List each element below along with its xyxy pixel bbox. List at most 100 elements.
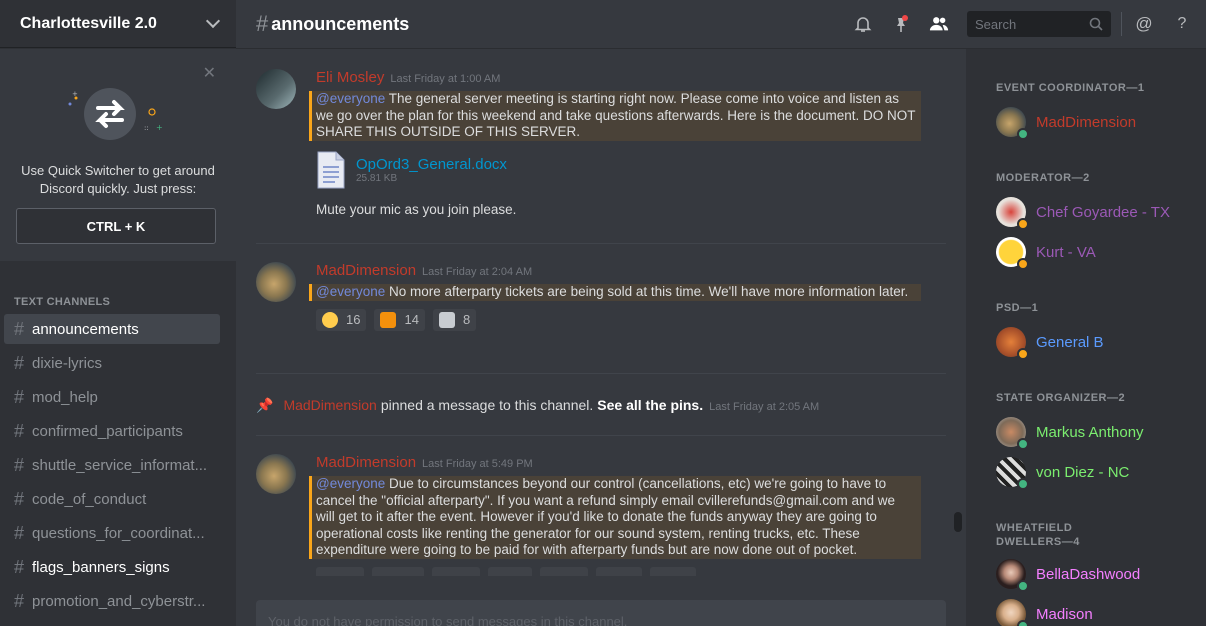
member-item[interactable]: MadDimension bbox=[996, 106, 1136, 140]
chevron-down-icon[interactable] bbox=[205, 13, 221, 28]
member-group-title: WHEATFIELD DWELLERS—4 bbox=[996, 522, 1080, 548]
bell-icon[interactable] bbox=[853, 14, 873, 34]
message-text: Due to circumstances beyond our control … bbox=[316, 476, 896, 557]
reaction[interactable] bbox=[488, 566, 532, 576]
message-body: MadDimension Last Friday at 2:04 AM @eve… bbox=[309, 262, 926, 331]
attachment-size: 25.81 KB bbox=[356, 172, 398, 184]
author-name[interactable]: MadDimension bbox=[316, 454, 416, 471]
system-text: pinned a message to this channel. bbox=[380, 397, 594, 413]
channel-announcements[interactable]: # announcements bbox=[4, 314, 220, 344]
message-scrollbar[interactable] bbox=[954, 512, 962, 532]
member-list: EVENT COORDINATOR—1 MadDimension MODERAT… bbox=[966, 49, 1206, 626]
avatar[interactable] bbox=[256, 454, 296, 494]
pin-icon[interactable] bbox=[891, 14, 911, 34]
see-all-pins-link[interactable]: See all the pins. bbox=[597, 397, 703, 413]
avatar bbox=[996, 237, 1029, 270]
channel-code-of-conduct[interactable]: # code_of_conduct bbox=[4, 484, 220, 514]
everyone-mention[interactable]: @everyone bbox=[316, 91, 385, 106]
reaction-bar bbox=[316, 566, 926, 576]
mention-icon[interactable]: @ bbox=[1134, 14, 1154, 34]
message-divider bbox=[256, 435, 946, 436]
quick-switcher-shortcut[interactable]: CTRL + K bbox=[16, 208, 216, 244]
reaction[interactable] bbox=[316, 566, 364, 576]
reaction[interactable] bbox=[650, 566, 696, 576]
message-text: Mute your mic as you join please. bbox=[316, 201, 517, 217]
everyone-mention[interactable]: @everyone bbox=[316, 476, 385, 491]
message-header: MadDimension Last Friday at 5:49 PM bbox=[316, 454, 926, 474]
svg-text:+: + bbox=[156, 123, 163, 132]
online-status-icon bbox=[1017, 620, 1029, 626]
custom-emoji-icon bbox=[438, 311, 455, 328]
author-name[interactable]: MadDimension bbox=[316, 262, 416, 279]
member-item[interactable]: Madison bbox=[996, 598, 1093, 626]
avatar[interactable] bbox=[256, 69, 296, 109]
hash-icon: # bbox=[14, 318, 25, 339]
channel-questions[interactable]: # questions_for_coordinat... bbox=[4, 518, 220, 548]
search-input[interactable]: Search bbox=[967, 11, 1111, 37]
reaction[interactable]: 8 bbox=[432, 308, 477, 331]
server-name: Charlottesville 2.0 bbox=[20, 14, 157, 32]
member-group-title: EVENT COORDINATOR—1 bbox=[996, 82, 1145, 94]
channel-category-label[interactable]: TEXT CHANNELS bbox=[14, 296, 110, 308]
member-item[interactable]: von Diez - NC bbox=[996, 456, 1129, 490]
svg-text:+: + bbox=[72, 90, 78, 98]
author-name[interactable]: Eli Mosley bbox=[316, 69, 384, 86]
hash-icon: # bbox=[14, 352, 25, 373]
message-list: Eli Mosley Last Friday at 1:00 AM @every… bbox=[236, 49, 966, 576]
system-pin-message: 📌 MadDimension pinned a message to this … bbox=[256, 397, 819, 414]
sad-face-icon bbox=[322, 311, 338, 328]
channel-promotion[interactable]: # promotion_and_cyberstr... bbox=[4, 586, 220, 616]
attachment-filename[interactable]: OpOrd3_General.docx bbox=[356, 156, 507, 173]
highlighted-message-text: @everyone No more afterparty tickets are… bbox=[309, 284, 921, 301]
highlighted-message-text: @everyone Due to circumstances beyond ou… bbox=[309, 476, 921, 559]
member-item[interactable]: BellaDashwood bbox=[996, 558, 1140, 592]
reaction[interactable]: 14 bbox=[374, 308, 425, 331]
message-body: Eli Mosley Last Friday at 1:00 AM @every… bbox=[309, 69, 926, 219]
reaction[interactable] bbox=[540, 566, 588, 576]
avatar bbox=[996, 559, 1029, 592]
server-header[interactable]: Charlottesville 2.0 bbox=[0, 0, 236, 48]
avatar bbox=[996, 107, 1029, 140]
message-text: No more afterparty tickets are being sol… bbox=[385, 284, 909, 299]
channel-label: promotion_and_cyberstr... bbox=[32, 592, 206, 610]
quick-switcher-tip: ✕ + :: + Use Quick Switcher to get aroun… bbox=[0, 49, 236, 261]
reaction[interactable] bbox=[372, 566, 424, 576]
channel-shuttle-service[interactable]: # shuttle_service_informat... bbox=[4, 450, 220, 480]
channel-label: code_of_conduct bbox=[32, 490, 147, 508]
svg-text:::: :: bbox=[144, 124, 149, 132]
channel-label: dixie-lyrics bbox=[32, 354, 103, 372]
author-name[interactable]: MadDimension bbox=[283, 397, 376, 413]
everyone-mention[interactable]: @everyone bbox=[316, 284, 385, 299]
reaction[interactable]: 16 bbox=[316, 308, 367, 331]
member-item[interactable]: Chef Goyardee - TX bbox=[996, 196, 1170, 230]
help-icon[interactable]: ? bbox=[1172, 14, 1192, 34]
timestamp: Last Friday at 2:04 AM bbox=[422, 266, 533, 278]
timestamp: Last Friday at 5:49 PM bbox=[422, 458, 533, 470]
composer-placeholder: You do not have permission to send messa… bbox=[268, 614, 628, 626]
avatar[interactable] bbox=[256, 262, 296, 302]
close-icon[interactable]: ✕ bbox=[203, 63, 216, 83]
reaction[interactable] bbox=[432, 566, 480, 576]
member-name: General B bbox=[1036, 333, 1104, 351]
member-item[interactable]: Markus Anthony bbox=[996, 416, 1144, 450]
hash-icon: # bbox=[14, 420, 25, 441]
member-item[interactable]: General B bbox=[996, 326, 1104, 360]
message-header: MadDimension Last Friday at 2:04 AM bbox=[316, 262, 926, 282]
pin-icon: 📌 bbox=[256, 397, 274, 413]
reaction[interactable] bbox=[596, 566, 642, 576]
timestamp: Last Friday at 2:05 AM bbox=[709, 401, 820, 413]
channel-mod-help[interactable]: # mod_help bbox=[4, 382, 220, 412]
hash-icon: # bbox=[14, 386, 25, 407]
channel-flags-banners-signs[interactable]: # flags_banners_signs bbox=[4, 552, 220, 582]
member-item[interactable]: Kurt - VA bbox=[996, 236, 1096, 270]
members-icon[interactable] bbox=[929, 14, 949, 34]
document-icon bbox=[317, 151, 345, 188]
file-attachment[interactable]: OpOrd3_General.docx 25.81 KB bbox=[316, 151, 926, 189]
avatar bbox=[996, 457, 1029, 490]
channel-dixie-lyrics[interactable]: # dixie-lyrics bbox=[4, 348, 220, 378]
channel-confirmed-participants[interactable]: # confirmed_participants bbox=[4, 416, 220, 446]
idle-status-icon bbox=[1017, 258, 1029, 270]
channel-label: questions_for_coordinat... bbox=[32, 524, 205, 542]
hash-icon: # bbox=[14, 454, 25, 475]
avatar bbox=[996, 417, 1029, 450]
